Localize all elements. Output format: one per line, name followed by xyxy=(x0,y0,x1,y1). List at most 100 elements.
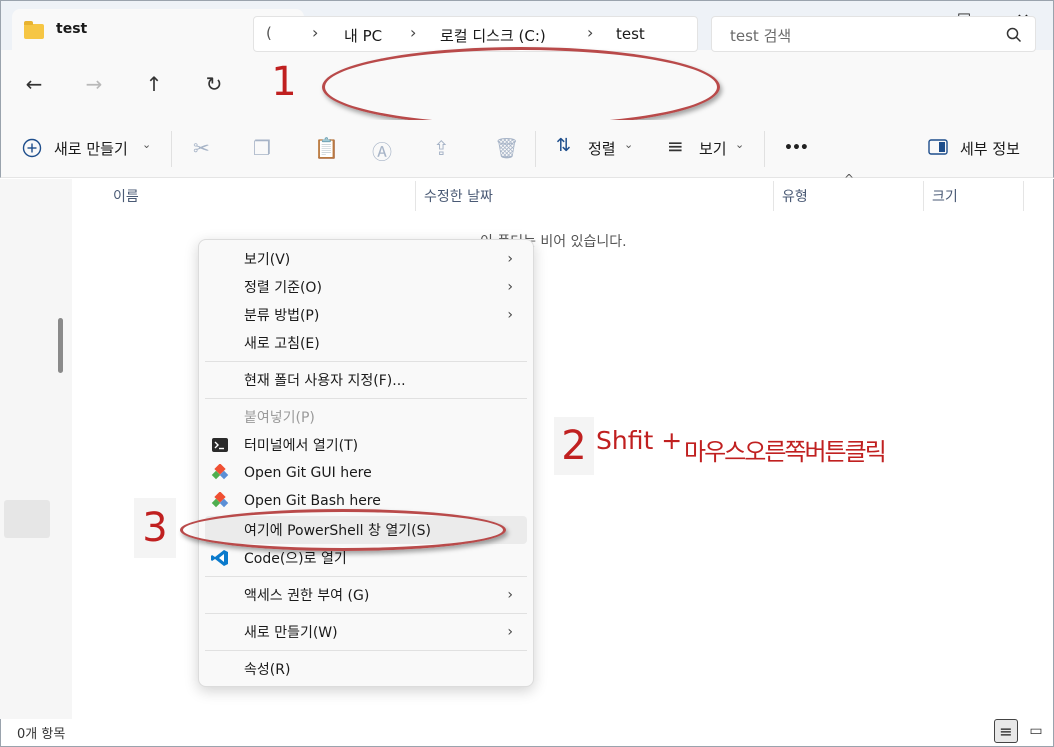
sort-button[interactable]: ⇅ 정렬 ⌄ xyxy=(556,134,640,162)
large-icons-view-icon[interactable]: ▭ xyxy=(1024,719,1048,743)
annotation-step-2: 2 xyxy=(554,417,594,475)
column-divider[interactable] xyxy=(773,181,774,211)
vscode-icon xyxy=(211,550,228,566)
menu-item-label: 붙여넣기(P) xyxy=(244,410,315,426)
menu-item-label: 보기(V) xyxy=(244,252,291,268)
breadcrumb-test[interactable]: test xyxy=(616,25,645,43)
annotation-right-click-text: 마우스오른쪽버튼클릭 xyxy=(684,438,887,466)
menu-item-give-access[interactable]: 액세스 권한 부여 (G) › xyxy=(205,581,527,609)
menu-item-open-in-terminal[interactable]: 터미널에서 열기(T) xyxy=(205,431,527,459)
status-bar: 0개 항목 ≡ ▭ xyxy=(0,719,1054,747)
back-arrow-icon[interactable]: ← xyxy=(14,64,54,104)
sort-button-label: 정렬 xyxy=(588,140,616,158)
toolbar-divider xyxy=(535,131,536,167)
address-start: ( xyxy=(266,24,272,42)
chevron-right-icon: › xyxy=(507,307,513,323)
view-button[interactable]: ≡ 보기 ⌄ xyxy=(667,134,751,162)
search-icon[interactable] xyxy=(1006,27,1022,43)
menu-divider xyxy=(205,576,527,577)
annotation-ellipse-powershell xyxy=(180,509,506,551)
view-lines-icon: ≡ xyxy=(667,134,684,158)
menu-item-properties[interactable]: 속성(R) xyxy=(205,655,527,683)
menu-item-label: 새로 만들기(W) xyxy=(244,625,338,641)
details-button[interactable]: 세부 정보 xyxy=(928,134,1032,162)
annotation-shift-text: Shfit + xyxy=(596,426,683,455)
menu-divider xyxy=(205,361,527,362)
menu-item-label: 새로 고침(E) xyxy=(244,336,320,352)
folder-icon xyxy=(24,21,44,39)
annotation-step-1: 1 xyxy=(271,59,297,105)
search-box[interactable]: test 검색 xyxy=(711,16,1036,52)
new-button-label: 새로 만들기 xyxy=(54,140,128,158)
menu-item-label: 터미널에서 열기(T) xyxy=(244,438,359,454)
menu-item-label: Open Git Bash here xyxy=(244,493,381,509)
chevron-right-icon: › xyxy=(507,624,513,640)
menu-item-paste[interactable]: 붙여넣기(P) xyxy=(205,403,527,431)
column-divider[interactable] xyxy=(415,181,416,211)
breadcrumb-separator: › xyxy=(410,23,417,42)
search-placeholder: test 검색 xyxy=(730,27,792,45)
cut-icon[interactable]: ✂ xyxy=(193,136,210,160)
view-button-label: 보기 xyxy=(699,140,727,158)
annotation-ellipse-address xyxy=(322,47,720,127)
navigation-pane[interactable] xyxy=(0,179,72,719)
details-view-icon[interactable]: ≡ xyxy=(994,719,1018,743)
column-divider[interactable] xyxy=(923,181,924,211)
sort-ascending-icon: ^ xyxy=(844,172,855,186)
context-menu: 보기(V) › 정렬 기준(O) › 분류 방법(P) › 새로 고침(E) 현… xyxy=(198,239,534,687)
address-bar[interactable]: ( › 내 PC › 로컬 디스크 (C:) › test xyxy=(253,16,698,52)
column-header-date-modified[interactable]: 수정한 날짜 xyxy=(424,182,493,210)
menu-item-label: Open Git GUI here xyxy=(244,465,372,481)
breadcrumb-local-disk[interactable]: 로컬 디스크 (C:) xyxy=(440,25,546,46)
tab-title: test xyxy=(56,21,88,37)
navigation-pane-selected-item[interactable] xyxy=(4,500,50,538)
menu-item-open-git-gui[interactable]: Open Git GUI here xyxy=(205,459,527,487)
git-gui-icon xyxy=(211,464,229,480)
more-options-icon[interactable]: ••• xyxy=(784,140,809,156)
toolbar-divider xyxy=(171,131,172,167)
menu-divider xyxy=(205,398,527,399)
column-divider[interactable] xyxy=(1023,181,1024,211)
git-bash-icon xyxy=(211,492,229,508)
share-icon[interactable]: ⇪ xyxy=(433,136,450,160)
new-button[interactable]: 새로 만들기 ⌄ xyxy=(22,134,162,162)
breadcrumb-separator: › xyxy=(312,23,319,42)
chevron-down-icon: ⌄ xyxy=(142,138,152,151)
chevron-right-icon: › xyxy=(507,587,513,603)
chevron-down-icon: ⌄ xyxy=(624,138,634,151)
chevron-right-icon: › xyxy=(507,279,513,295)
terminal-icon xyxy=(212,438,228,452)
menu-item-customize-folder[interactable]: 현재 폴더 사용자 지정(F)... xyxy=(205,366,527,394)
menu-item-label: 현재 폴더 사용자 지정(F)... xyxy=(244,373,406,389)
menu-item-group-by[interactable]: 분류 방법(P) › xyxy=(205,301,527,329)
menu-item-view[interactable]: 보기(V) › xyxy=(205,245,527,273)
menu-item-new[interactable]: 새로 만들기(W) › xyxy=(205,618,527,646)
menu-item-refresh[interactable]: 새로 고침(E) xyxy=(205,329,527,357)
paste-icon[interactable]: 📋 xyxy=(314,136,339,160)
column-header-name[interactable]: 이름 xyxy=(113,182,139,210)
column-header-size[interactable]: 크기 xyxy=(932,182,958,210)
plus-circle-icon xyxy=(22,138,42,158)
delete-icon[interactable]: 🗑 xyxy=(494,136,519,160)
annotation-step-3: 3 xyxy=(134,498,176,558)
details-pane-icon xyxy=(928,139,948,155)
menu-item-sort-by[interactable]: 정렬 기준(O) › xyxy=(205,273,527,301)
up-arrow-icon[interactable]: ↑ xyxy=(134,64,174,104)
menu-divider xyxy=(205,613,527,614)
rename-icon[interactable]: Ⓐ xyxy=(372,136,392,165)
navigation-pane-scrollbar[interactable] xyxy=(58,318,63,373)
breadcrumb-my-pc[interactable]: 내 PC xyxy=(344,25,382,46)
sort-icon: ⇅ xyxy=(556,135,572,156)
refresh-icon[interactable]: ↻ xyxy=(194,64,234,104)
menu-item-label: 액세스 권한 부여 (G) xyxy=(244,588,370,604)
item-count: 0개 항목 xyxy=(17,727,66,742)
menu-item-label: 속성(R) xyxy=(244,662,291,678)
menu-divider xyxy=(205,650,527,651)
chevron-down-icon: ⌄ xyxy=(735,138,745,151)
copy-icon[interactable]: ❐ xyxy=(253,136,271,160)
forward-arrow-icon[interactable]: → xyxy=(74,64,114,104)
chevron-right-icon: › xyxy=(507,251,513,267)
column-header-type[interactable]: 유형 xyxy=(782,182,808,210)
toolbar-divider xyxy=(764,131,765,167)
details-button-label: 세부 정보 xyxy=(960,140,1020,158)
